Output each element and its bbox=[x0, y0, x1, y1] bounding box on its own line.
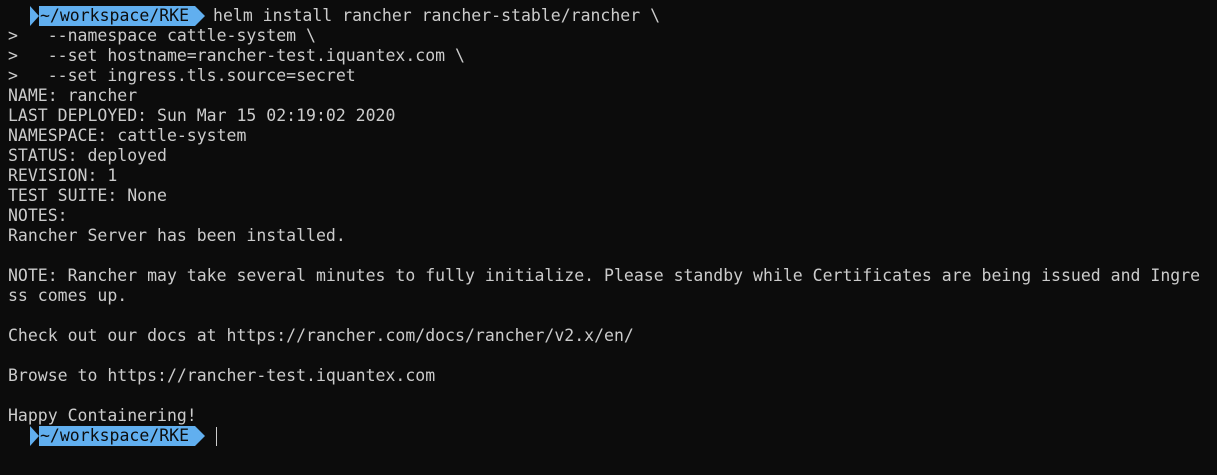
text-cursor[interactable] bbox=[216, 426, 218, 446]
continuation-line-2: > --set hostname=rancher-test.iquantex.c… bbox=[8, 46, 465, 65]
output-line: TEST SUITE: None bbox=[8, 186, 167, 205]
output-line: Browse to https://rancher-test.iquantex.… bbox=[8, 366, 436, 385]
output-line: NOTES: bbox=[8, 206, 68, 225]
output-line: Rancher Server has been installed. bbox=[8, 226, 346, 245]
terminal-window[interactable]: ~/workspace/RKE helm install rancher ranc… bbox=[0, 0, 1217, 475]
output-line: NAMESPACE: cattle-system bbox=[8, 126, 247, 145]
output-line: ss comes up. bbox=[8, 286, 128, 305]
output-line: Happy Containering! bbox=[8, 406, 197, 425]
prompt-arrow-icon bbox=[195, 6, 206, 26]
output-line: REVISION: 1 bbox=[8, 166, 118, 185]
output-line: NOTE: Rancher may take several minutes t… bbox=[8, 266, 1201, 285]
prompt-arrow-icon bbox=[195, 426, 206, 446]
command-prompt-line: ~/workspace/RKE helm install rancher ranc… bbox=[8, 6, 1217, 26]
command-text: helm install rancher rancher-stable/ranc… bbox=[213, 6, 661, 25]
output-line: Check out our docs at https://rancher.co… bbox=[8, 326, 634, 345]
prompt-path-segment: ~/workspace/RKE bbox=[30, 426, 196, 446]
output-line: NAME: rancher bbox=[8, 86, 138, 105]
continuation-line-1: > --namespace cattle-system \ bbox=[8, 26, 316, 45]
output-line: LAST DEPLOYED: Sun Mar 15 02:19:02 2020 bbox=[8, 106, 396, 125]
final-prompt-line[interactable]: ~/workspace/RKE bbox=[8, 426, 1217, 446]
output-line: STATUS: deployed bbox=[8, 146, 167, 165]
prompt-path-segment: ~/workspace/RKE bbox=[30, 6, 196, 26]
continuation-line-3: > --set ingress.tls.source=secret bbox=[8, 66, 356, 85]
